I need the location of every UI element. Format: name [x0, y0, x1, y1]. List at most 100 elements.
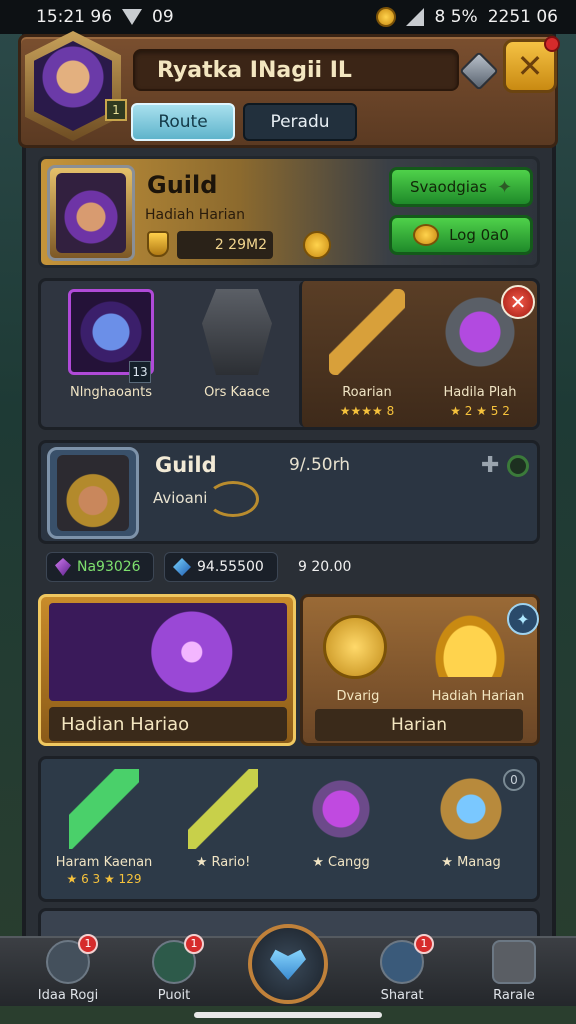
portrait-face	[56, 173, 126, 253]
inventory-item-name: ★ Cangg	[312, 855, 370, 870]
status-time-right: 2251 06	[487, 7, 558, 27]
status-ring-icon[interactable]	[507, 455, 529, 477]
reward-item-name: Hadiah Harian	[431, 689, 525, 704]
nav-label: Idaa Rogi	[37, 988, 99, 1003]
player-avatar[interactable]	[25, 31, 121, 141]
magic-weapon-icon	[49, 603, 287, 701]
currency-purple: Na93026	[46, 552, 154, 582]
nav-center-button[interactable]	[248, 924, 328, 1004]
battery-text: 8 5%	[434, 7, 478, 27]
close-button[interactable]: ✕	[503, 36, 560, 93]
item-stars: ★★★★ 8	[339, 404, 395, 418]
coin-icon[interactable]	[303, 231, 331, 259]
item-slot[interactable]: Roarian ★★★★ 8	[317, 289, 417, 418]
player-name-title: Ryatka INagii IL	[133, 49, 459, 91]
currency-blue: 94.55500	[164, 552, 278, 582]
gem-icon[interactable]	[459, 51, 499, 91]
currency-row: Na93026 94.55500 9 20.00	[46, 552, 526, 584]
nav-badge: 1	[78, 934, 98, 954]
inventory-item[interactable]: ★ Rario!	[173, 769, 273, 870]
inventory-item[interactable]: Haram Kaenan ★ 6 3 ★ 129	[49, 769, 159, 886]
inventory-row: Haram Kaenan ★ 6 3 ★ 129 ★ Rario! ★ Cang…	[38, 756, 540, 902]
heart-icon	[270, 949, 306, 980]
status-right: 8 5% 2251 06	[376, 7, 558, 27]
forge-icon	[202, 289, 272, 375]
reward-row: Hadian Hariao Dvarig Hadiah Harian Haria…	[38, 594, 540, 746]
item-count-badge: 13	[129, 361, 151, 383]
primary-green-button[interactable]: Svaodgias ✦	[389, 167, 533, 207]
log-button[interactable]: Log 0a0	[389, 215, 533, 255]
notification-icon	[376, 7, 397, 27]
inventory-item-name: ★ Manag	[441, 855, 501, 870]
guild-info-card[interactable]: Guild 9/.50rh Avioani ✚	[38, 440, 540, 544]
status-bar: 15:21 96 09 8 5% 2251 06	[0, 0, 576, 34]
portrait-face	[57, 455, 129, 531]
nav-item-rarale[interactable]: Rarale	[464, 938, 564, 1008]
guild-title: Guild	[147, 171, 218, 199]
purple-gem-icon	[55, 558, 71, 576]
plus-icon[interactable]: ✚	[481, 453, 499, 478]
home-indicator[interactable]	[194, 1012, 382, 1018]
crystal-sword-icon	[69, 769, 139, 849]
featured-reward[interactable]: Hadian Hariao	[38, 594, 296, 746]
item-stars: ★ 2 ★ 5 2	[450, 404, 510, 418]
item-slot[interactable]: Ors Kaace	[177, 289, 297, 400]
item-name: Roarian	[342, 385, 392, 400]
currency-value: 94.55500	[197, 559, 264, 575]
guild-leader-portrait	[47, 165, 135, 261]
avatar-portrait	[34, 41, 112, 131]
nav-badge: 1	[184, 934, 204, 954]
inventory-item-stars: ★ 6 3 ★ 129	[66, 872, 142, 886]
nav-item-puoit[interactable]: 1 Puoit	[124, 934, 224, 1008]
items-row: 13 Nlnghaoants Ors Kaace Roarian ★★★★ 8 …	[38, 278, 540, 430]
blue-gem-icon	[173, 558, 191, 576]
item-tag-badge: 0	[503, 769, 525, 791]
nav-item-sharat[interactable]: 1 Sharat	[352, 934, 452, 1008]
inventory-item-name: ★ Rario!	[195, 855, 251, 870]
currency-value: 9 20.00	[298, 559, 352, 575]
close-icon: ✕	[516, 47, 544, 85]
gold-coin-icon	[323, 615, 387, 679]
tab-route[interactable]: Route	[131, 103, 235, 141]
inventory-item[interactable]: ★ Cangg	[291, 769, 391, 870]
nav-label: Sharat	[380, 988, 424, 1003]
remove-button[interactable]: ✕	[501, 285, 535, 319]
tab-peradu[interactable]: Peradu	[243, 103, 357, 141]
nav-label: Puoit	[157, 988, 191, 1003]
inventory-item[interactable]: ★ Manag 0	[411, 769, 531, 870]
close-icon: ✕	[509, 290, 527, 314]
wifi-icon	[406, 8, 425, 26]
shield-icon	[147, 231, 169, 257]
guild-card[interactable]: Guild Hadiah Harian 2 29M2 Svaodgias ✦ L…	[38, 156, 540, 268]
item-name: Hadila Plah	[443, 385, 517, 400]
status-left: 15:21 96 09	[36, 7, 174, 27]
reward-label: Hadian Hariao	[49, 707, 287, 741]
nav-item-home[interactable]: 1 Idaa Rogi	[18, 934, 118, 1008]
pin-icon[interactable]: ✦	[507, 603, 539, 635]
reward-item-name: Dvarig	[336, 689, 380, 704]
nav-label: Rarale	[493, 988, 535, 1003]
magic-orb-icon	[306, 769, 376, 849]
status-time: 15:21 96	[36, 7, 113, 27]
coin-stack-icon	[413, 224, 440, 246]
staff-icon	[329, 289, 405, 375]
log-button-label: Log 0a0	[449, 226, 509, 244]
item-name: Ors Kaace	[204, 385, 270, 400]
signal-icon	[122, 9, 143, 25]
star-icon: ✦	[496, 176, 513, 198]
primary-button-label: Svaodgias	[409, 178, 487, 196]
shop-icon	[492, 940, 536, 984]
nav-badge: 1	[414, 934, 434, 954]
level-badge: 1	[105, 99, 127, 121]
item-slot[interactable]: 13 Nlnghaoants	[51, 289, 171, 400]
status-signal-text: 09	[152, 7, 174, 27]
daily-reward[interactable]: Dvarig Hadiah Harian Harian ✦	[300, 594, 540, 746]
header: 1 Ryatka INagii IL ✕ Route Peradu	[18, 31, 560, 148]
currency-time: 9 20.00	[290, 552, 370, 582]
guild-timer: 9/.50rh	[289, 455, 351, 475]
item-name: Nlnghaoants	[69, 385, 153, 400]
bottom-nav: 1 Idaa Rogi 1 Puoit 1 Sharat Rarale	[0, 924, 576, 1008]
bow-icon	[188, 769, 258, 849]
inventory-item-name: Haram Kaenan	[55, 855, 153, 870]
notification-dot	[544, 36, 560, 52]
